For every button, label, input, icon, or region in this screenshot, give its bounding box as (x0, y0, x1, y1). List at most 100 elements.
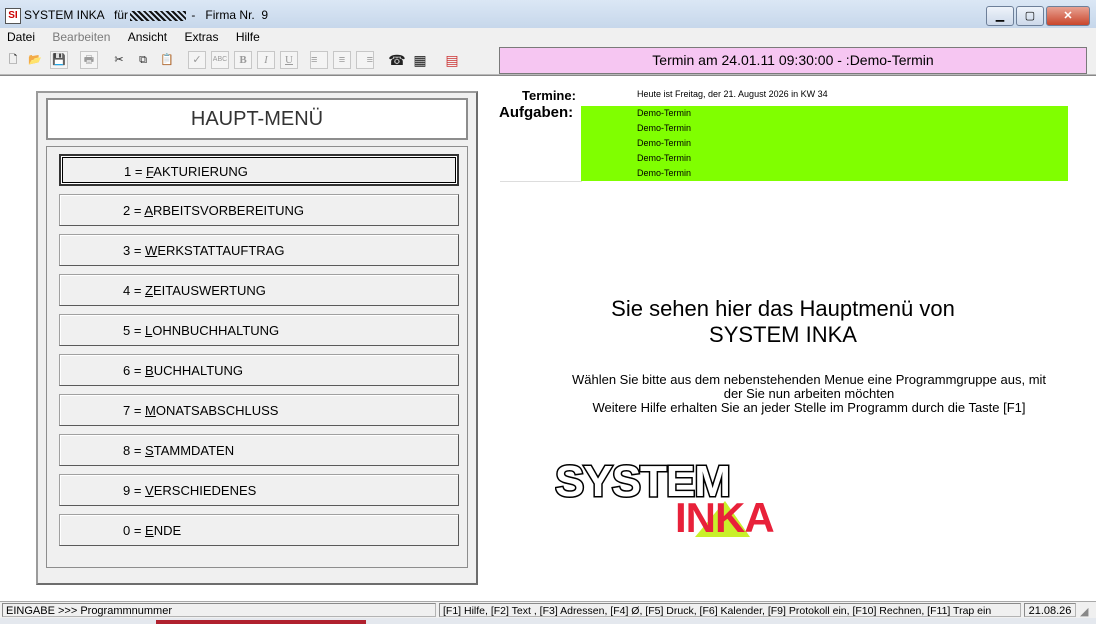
print-icon[interactable]: 🖶 (80, 51, 98, 69)
menu-item-prefix: 7 = (123, 403, 146, 418)
status-field: Programmnummer (80, 605, 172, 617)
bold-icon[interactable]: B (234, 51, 252, 69)
menu-datei[interactable]: Datei (0, 28, 42, 45)
menu-item-label: TAMMDATEN (153, 443, 235, 458)
maximize-button[interactable]: ▢ (1016, 6, 1044, 26)
menu-item-hotkey: E (145, 523, 154, 538)
firma-number: Firma Nr. 9 (205, 8, 269, 22)
menu-bar: Datei Bearbeiten Ansicht Extras Hilfe (0, 28, 1096, 46)
status-input-field: EINGABE >>> Programmnummer (2, 603, 436, 617)
underline-icon[interactable]: U (280, 51, 298, 69)
menu-item-prefix: 1 = (124, 164, 147, 179)
menu-button-lohnbuchhaltung[interactable]: 5 = LOHNBUCHHALTUNG (59, 314, 459, 346)
menu-item-hotkey: B (145, 363, 154, 378)
open-folder-icon[interactable]: 📂 (26, 51, 44, 69)
help-line-2: der Sie nun arbeiten möchten (723, 386, 895, 401)
help-line-3: Weitere Hilfe erhalten Sie an jeder Stel… (592, 400, 1026, 415)
menu-button-verschiedenes[interactable]: 9 = VERSCHIEDENES (59, 474, 459, 506)
list-item[interactable]: Demo-Termin (637, 151, 691, 166)
minimize-button[interactable]: ▁ (986, 6, 1014, 26)
cut-icon[interactable]: ✂ (110, 51, 128, 69)
new-document-icon[interactable]: 🗋 (4, 51, 22, 69)
title-separator: - (191, 8, 196, 22)
menu-item-label: ERKSTATTAUFTRAG (157, 243, 285, 258)
menu-extras[interactable]: Extras (177, 28, 225, 45)
menu-hilfe[interactable]: Hilfe (229, 28, 267, 45)
save-icon[interactable]: 💾 (50, 51, 68, 69)
status-mode: EINGABE (6, 605, 55, 617)
list-item[interactable]: Demo-Termin (637, 136, 691, 151)
help-line-1: Wählen Sie bitte aus dem nebenstehenden … (571, 372, 1047, 387)
main-area: HAUPT-MENÜ 1 = FAKTURIERUNG 2 = ARBEITSV… (0, 75, 1096, 603)
title-for: für (114, 8, 129, 22)
termin-banner[interactable]: Termin am 24.01.11 09:30:00 - :Demo-Term… (499, 47, 1087, 74)
italic-icon[interactable]: I (257, 51, 275, 69)
align-center-icon[interactable]: ≡ (333, 51, 351, 69)
status-bar: EINGABE >>> Programmnummer [F1] Hilfe, [… (0, 601, 1096, 619)
phone-icon[interactable]: ☎ (388, 51, 406, 69)
align-right-icon[interactable]: ≡ (356, 51, 374, 69)
app-title: SYSTEM INKA (24, 8, 105, 22)
menu-item-hotkey: V (145, 483, 154, 498)
menu-item-hotkey: S (145, 443, 154, 458)
menu-item-prefix: 2 = (123, 203, 145, 218)
menu-item-hotkey: Z (145, 283, 153, 298)
menu-item-hotkey: M (145, 403, 156, 418)
menu-item-prefix: 8 = (123, 443, 146, 458)
info-line-2: SYSTEM INKA (709, 322, 857, 347)
menu-button-buchhaltung[interactable]: 6 = BUCHHALTUNG (59, 354, 459, 386)
menu-bearbeiten[interactable]: Bearbeiten (45, 28, 117, 45)
hauptmenu-button-box: 1 = FAKTURIERUNG 2 = ARBEITSVORBEREITUNG… (46, 146, 468, 568)
menu-item-label: UCHHALTUNG (153, 363, 244, 378)
menu-item-label: OHNBUCHHALTUNG (152, 323, 280, 338)
menu-item-prefix: 9 = (123, 483, 146, 498)
menu-button-werkstattauftrag[interactable]: 3 = WERKSTATTAUFTRAG (59, 234, 459, 266)
menu-button-stammdaten[interactable]: 8 = STAMMDATEN (59, 434, 459, 466)
aufgaben-list: Demo-Termin Demo-Termin Demo-Termin Demo… (581, 106, 1068, 181)
spellcheck-icon[interactable]: ABC (211, 51, 229, 69)
menu-item-label: NDE (153, 523, 182, 538)
list-item[interactable]: Demo-Termin (637, 106, 691, 121)
info-help: Wählen Sie bitte aus dem nebenstehenden … (540, 373, 1078, 415)
menu-item-prefix: 4 = (123, 283, 146, 298)
hauptmenu-title: HAUPT-MENÜ (46, 98, 468, 140)
termine-label: Termine: (522, 88, 576, 103)
menu-item-hotkey: W (145, 243, 158, 258)
system-inka-logo: SYSTEM INKA (555, 459, 775, 539)
info-line-1: Sie sehen hier das Hauptmenü von (611, 296, 955, 321)
menu-button-arbeitsvorbereitung[interactable]: 2 = ARBEITSVORBEREITUNG (59, 194, 459, 226)
window-title: SYSTEM INKA für - Firma Nr. 9 (24, 8, 268, 22)
menu-button-ende[interactable]: 0 = ENDE (59, 514, 459, 546)
hauptmenu-panel: HAUPT-MENÜ 1 = FAKTURIERUNG 2 = ARBEITSV… (36, 91, 478, 585)
taskbar-item-edge (156, 620, 366, 624)
close-button[interactable]: ✕ (1046, 6, 1090, 26)
menu-button-fakturierung[interactable]: 1 = FAKTURIERUNG (59, 154, 459, 186)
check-icon[interactable]: ✓ (188, 51, 206, 69)
paste-icon[interactable]: 📋 (158, 51, 176, 69)
list-item[interactable]: Demo-Termin (637, 166, 691, 181)
status-function-keys: [F1] Hilfe, [F2] Text , [F3] Adressen, [… (439, 603, 1021, 617)
pdf-icon[interactable]: ▤ (443, 51, 461, 69)
menu-item-prefix: 6 = (123, 363, 146, 378)
app-icon[interactable]: SI (5, 8, 21, 24)
aufgaben-label: Aufgaben: (499, 104, 574, 121)
divider (500, 181, 582, 182)
menu-item-label: RBEITSVORBEREITUNG (153, 203, 304, 218)
menu-item-prefix: 5 = (123, 323, 146, 338)
logo-word-inka: INKA (675, 494, 774, 539)
menu-ansicht[interactable]: Ansicht (121, 28, 174, 45)
list-item[interactable]: Demo-Termin (637, 121, 691, 136)
menu-item-prefix: 3 = (123, 243, 146, 258)
status-date: 21.08.26 (1024, 603, 1076, 617)
menu-item-prefix: 0 = (123, 523, 146, 538)
calculator-icon[interactable]: ▦ (411, 51, 429, 69)
menu-button-zeitauswertung[interactable]: 4 = ZEITAUSWERTUNG (59, 274, 459, 306)
copy-icon[interactable]: ⧉ (134, 51, 152, 69)
align-left-icon[interactable]: ≡ (310, 51, 328, 69)
window-controls: ▁ ▢ ✕ (984, 6, 1090, 26)
menu-item-label: ERSCHIEDENES (153, 483, 257, 498)
menu-button-monatsabschluss[interactable]: 7 = MONATSABSCHLUSS (59, 394, 459, 426)
today-text: Heute ist Freitag, der 21. August 2026 i… (637, 89, 828, 99)
menu-item-hotkey: A (144, 203, 153, 218)
title-bar: SI SYSTEM INKA für - Firma Nr. 9 ▁ ▢ ✕ (0, 0, 1096, 31)
